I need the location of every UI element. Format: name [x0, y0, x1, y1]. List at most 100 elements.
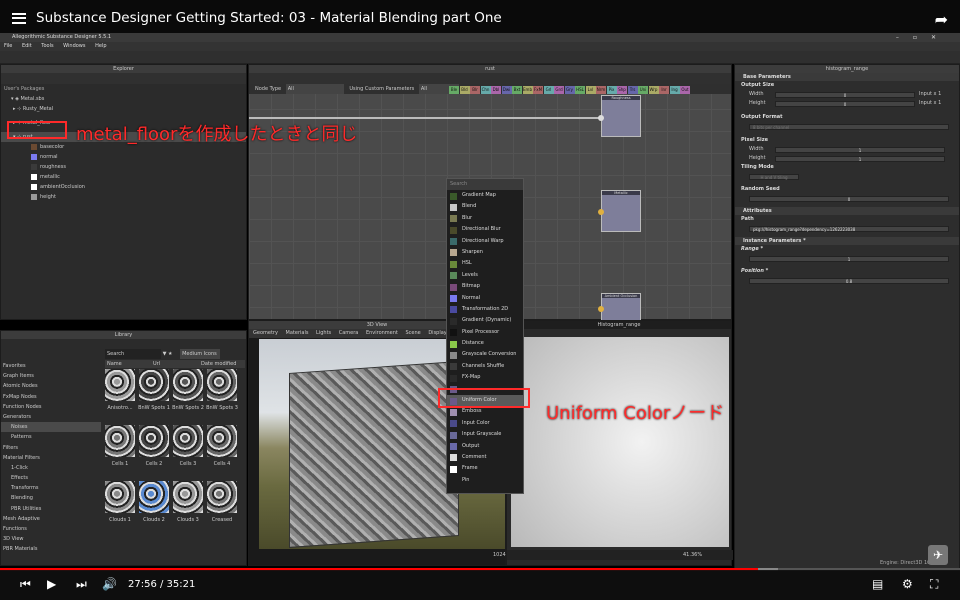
library-thumbnail[interactable] — [207, 369, 237, 401]
menu-lights[interactable]: Lights — [316, 330, 331, 336]
library-thumbnail[interactable] — [173, 369, 203, 401]
context-item-channels-shuffle[interactable]: Channels Shuffle — [447, 361, 523, 372]
library-category[interactable]: Atomic Nodes — [1, 381, 101, 391]
attributes-header[interactable]: Attributes — [735, 207, 959, 215]
node-type-chip[interactable]: Trs — [627, 86, 638, 94]
library-category[interactable]: Function Nodes — [1, 402, 101, 412]
path-field[interactable]: pkg:///histogram_range?dependency=126222… — [749, 226, 949, 232]
library-search-input[interactable]: Search — [105, 349, 161, 359]
node-type-chip[interactable]: Gry — [564, 86, 575, 94]
node-type-chip[interactable]: Dwi — [501, 86, 512, 94]
context-item-normal[interactable]: Normal — [447, 293, 523, 304]
context-item-blend[interactable]: Blend — [447, 201, 523, 212]
window-controls[interactable]: –▫✕ — [896, 33, 950, 42]
menu-scene[interactable]: Scene — [405, 330, 420, 336]
library-category[interactable]: Effects — [1, 473, 101, 483]
node-type-chip[interactable]: Dbl — [491, 86, 501, 94]
context-item-directional-blur[interactable]: Directional Blur — [447, 224, 523, 235]
context-item-pin[interactable]: Pin — [447, 475, 523, 486]
node-type-chip[interactable]: Lvl — [585, 86, 596, 94]
2d-texture-preview[interactable] — [511, 337, 729, 547]
node-type-chip[interactable]: FxM — [533, 86, 543, 94]
node-type-chip[interactable]: HSL — [575, 86, 585, 94]
node-type-chip[interactable]: Chn — [480, 86, 491, 94]
context-item-transformation-2d[interactable]: Transformation 2D — [447, 304, 523, 315]
node-type-chip[interactable]: Inr — [659, 86, 669, 94]
context-item-hsl[interactable]: HSL — [447, 258, 523, 269]
library-category[interactable]: Graph Items — [1, 371, 101, 381]
zoom-level[interactable]: 41.36% — [683, 550, 702, 560]
library-thumbnail[interactable] — [139, 369, 169, 401]
tree-item-metal-sbs[interactable]: ▾ ◈ Metal.sbs — [1, 94, 246, 104]
fullscreen-icon[interactable]: ⛶ — [930, 577, 938, 592]
hamburger-menu-icon[interactable] — [12, 12, 26, 24]
menu-materials[interactable]: Materials — [286, 330, 309, 336]
node-input-socket[interactable] — [598, 115, 604, 121]
output-height[interactable]: height — [1, 192, 246, 202]
base-params-header[interactable]: Base Parameters — [735, 73, 959, 81]
col-name[interactable]: Name — [107, 360, 122, 368]
library-category[interactable]: PBR Materials — [1, 544, 101, 554]
menu-tools[interactable]: Tools — [41, 43, 53, 49]
node-type-chip[interactable]: Wrp — [648, 86, 659, 94]
node-type-chip[interactable]: Bxt — [512, 86, 522, 94]
output-roughness[interactable]: roughness — [1, 162, 246, 172]
tree-item-rusty-metal[interactable]: ▸ ⊹ Rusty_Metal — [1, 104, 246, 114]
output-normal[interactable]: normal — [1, 152, 246, 162]
context-search-input[interactable]: Search — [447, 179, 523, 190]
library-category[interactable]: Material Filters — [1, 453, 101, 463]
context-item-gradient-map[interactable]: Gradient Map — [447, 190, 523, 201]
format-select[interactable]: 8 bits per channel — [749, 124, 949, 130]
seed-slider[interactable]: 0 — [749, 196, 949, 202]
library-thumbnail[interactable] — [207, 481, 237, 513]
node-type-select[interactable]: All — [285, 84, 344, 94]
context-item-emboss[interactable]: Emboss — [447, 406, 523, 417]
next-icon[interactable]: ⏭ — [76, 577, 87, 592]
library-category[interactable]: Functions — [1, 524, 101, 534]
node-type-chip[interactable]: Blr — [470, 86, 480, 94]
library-category[interactable]: Patterns — [1, 432, 101, 442]
col-url[interactable]: Url — [153, 360, 160, 368]
node-type-chip[interactable]: Grd — [554, 86, 564, 94]
node-type-chip[interactable]: Out — [680, 86, 690, 94]
share-icon[interactable]: ➦ — [935, 10, 948, 29]
context-item-distance[interactable]: Distance — [447, 338, 523, 349]
node-type-chip[interactable]: Ble — [449, 86, 459, 94]
instance-params-header[interactable]: Instance Parameters * — [735, 237, 959, 245]
tiling-select[interactable]: H and V tiling — [749, 174, 799, 180]
library-category[interactable]: PBR Utilities — [1, 504, 101, 514]
library-category[interactable]: Generators — [1, 412, 101, 422]
settings-icon[interactable]: ⚙ — [902, 577, 913, 591]
node-type-chip[interactable]: Emb — [522, 86, 533, 94]
context-item-levels[interactable]: Levels — [447, 270, 523, 281]
context-item-grayscale-conversion[interactable]: Grayscale Conversion — [447, 349, 523, 360]
library-category[interactable]: Mesh Adaptive — [1, 514, 101, 524]
menu-help[interactable]: Help — [95, 43, 106, 49]
output-metallic[interactable]: metallic — [1, 172, 246, 182]
library-category[interactable]: Favorites — [1, 361, 101, 371]
context-item-pixel-processor[interactable]: Pixel Processor — [447, 327, 523, 338]
subtitles-icon[interactable]: ▤ — [872, 577, 883, 591]
height-slider[interactable]: 0 — [775, 101, 915, 107]
previous-icon[interactable]: ⏮ — [20, 577, 31, 592]
library-thumbnail[interactable] — [139, 481, 169, 513]
library-thumbnail[interactable] — [173, 425, 203, 457]
library-category[interactable]: Noises — [1, 422, 101, 433]
context-item-output[interactable]: Output — [447, 441, 523, 452]
library-category[interactable]: FxMap Nodes — [1, 392, 101, 402]
context-item-directional-warp[interactable]: Directional Warp — [447, 236, 523, 247]
node-type-chip[interactable]: Ing — [669, 86, 680, 94]
context-item-fx-map[interactable]: FX-Map — [447, 372, 523, 383]
node-roughness[interactable]: Roughness — [601, 95, 641, 137]
node-type-chip[interactable]: Pix — [606, 86, 617, 94]
library-category[interactable]: Filters — [1, 443, 101, 453]
ps-width-slider[interactable]: 1 — [775, 147, 945, 153]
menu-windows[interactable]: Windows — [63, 43, 85, 49]
node-type-chip[interactable]: Grl — [543, 86, 554, 94]
library-thumbnail[interactable] — [207, 425, 237, 457]
menu-edit[interactable]: Edit — [22, 43, 32, 49]
context-item-blur[interactable]: Blur — [447, 213, 523, 224]
context-item-gradient-dynamic-[interactable]: Gradient (Dynamic) — [447, 315, 523, 326]
node-type-chip[interactable]: Uni — [638, 86, 648, 94]
library-thumbnail[interactable] — [173, 481, 203, 513]
